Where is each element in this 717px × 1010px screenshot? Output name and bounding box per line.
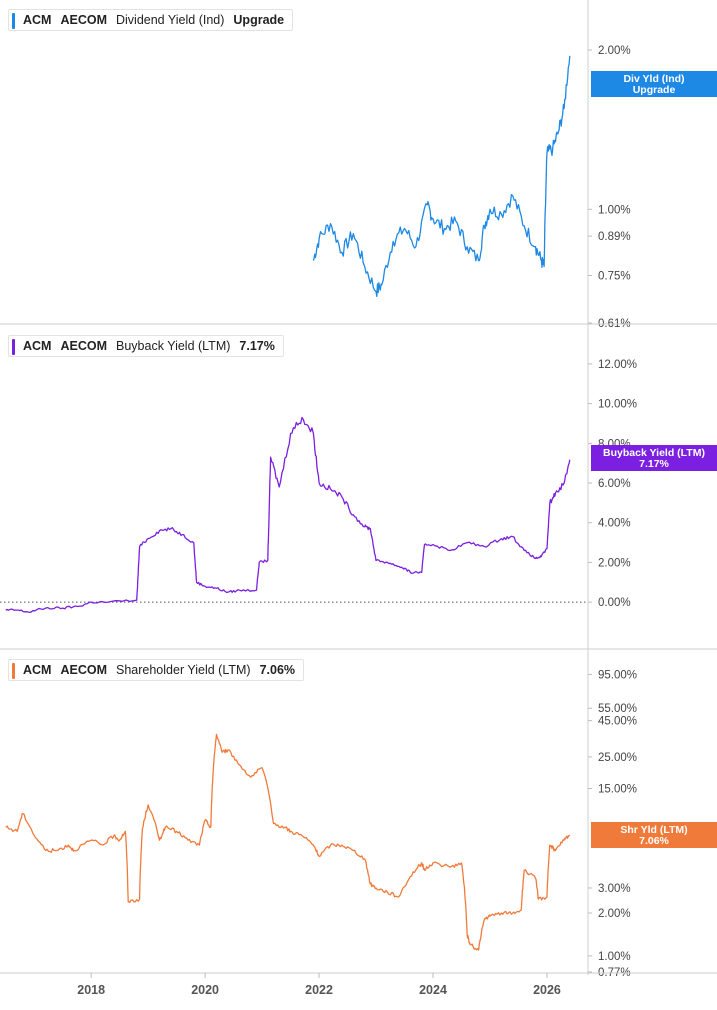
legend-company: AECOM xyxy=(60,339,107,353)
y-tick-label: 2.00% xyxy=(598,908,631,920)
value-tag-value: Upgrade xyxy=(633,84,676,96)
legend-ticker: ACM xyxy=(23,339,52,353)
y-tick-label: 4.00% xyxy=(598,518,631,530)
y-tick-label: 0.75% xyxy=(598,270,631,282)
y-tick-label: 0.89% xyxy=(598,231,631,243)
legend-swatch-shareholder xyxy=(12,663,15,679)
legend-value: Upgrade xyxy=(233,13,285,27)
series-line xyxy=(312,55,571,298)
y-tick-label: 3.00% xyxy=(598,883,631,895)
chart-svg: 2.00%1.00%0.89%0.75%0.61%Div Yld (Ind)Up… xyxy=(0,0,717,997)
legend-swatch-dividend xyxy=(12,13,15,29)
y-tick-label: 6.00% xyxy=(598,478,631,490)
x-tick-label: 2026 xyxy=(533,983,561,997)
y-tick-label: 2.00% xyxy=(598,557,631,569)
legend-company: AECOM xyxy=(60,663,107,677)
value-tag-value: 7.06% xyxy=(639,835,669,847)
y-tick-label: 55.00% xyxy=(598,703,637,715)
legend-shareholder-yield: ACM AECOM Shareholder Yield (LTM) 7.06% xyxy=(8,659,305,681)
y-tick-label: 15.00% xyxy=(598,784,637,796)
legend-metric: Buyback Yield (LTM) xyxy=(116,339,231,353)
series-line xyxy=(5,733,571,951)
legend-company: AECOM xyxy=(60,13,107,27)
legend-value: 7.17% xyxy=(239,339,275,353)
y-tick-label: 1.00% xyxy=(598,204,631,216)
legend-dividend-yield: ACM AECOM Dividend Yield (Ind) Upgrade xyxy=(8,9,294,31)
x-tick-label: 2024 xyxy=(419,983,447,997)
y-tick-label: 12.00% xyxy=(598,359,637,371)
chart-area: 2.00% 1.00% 0.89% 0.75% 0.61% Div Yld (Ind) Up… xyxy=(0,0,717,1005)
y-tick-label: 45.00% xyxy=(598,716,637,728)
y-tick-label: 10.00% xyxy=(598,399,637,411)
legend-buyback-yield: ACM AECOM Buyback Yield (LTM) 7.17% xyxy=(8,335,284,357)
legend-swatch-buyback xyxy=(12,339,15,355)
legend-value: 7.06% xyxy=(259,663,296,677)
x-tick-label: 2020 xyxy=(191,983,219,997)
x-tick-label: 2018 xyxy=(77,983,105,997)
value-tag-value: 7.17% xyxy=(639,458,669,470)
legend-ticker: ACM xyxy=(23,13,52,27)
y-tick-label: 25.00% xyxy=(598,752,637,764)
y-tick-label: 1.00% xyxy=(598,951,631,963)
y-tick-label: 0.00% xyxy=(598,597,631,609)
x-tick-label: 2022 xyxy=(305,983,333,997)
legend-metric: Shareholder Yield (LTM) xyxy=(116,663,251,677)
legend-metric: Dividend Yield (Ind) xyxy=(116,13,225,27)
legend-ticker: ACM xyxy=(23,663,52,677)
y-tick-label: 2.00% xyxy=(598,45,631,57)
y-tick-label: 95.00% xyxy=(598,669,637,681)
series-line xyxy=(5,416,571,613)
